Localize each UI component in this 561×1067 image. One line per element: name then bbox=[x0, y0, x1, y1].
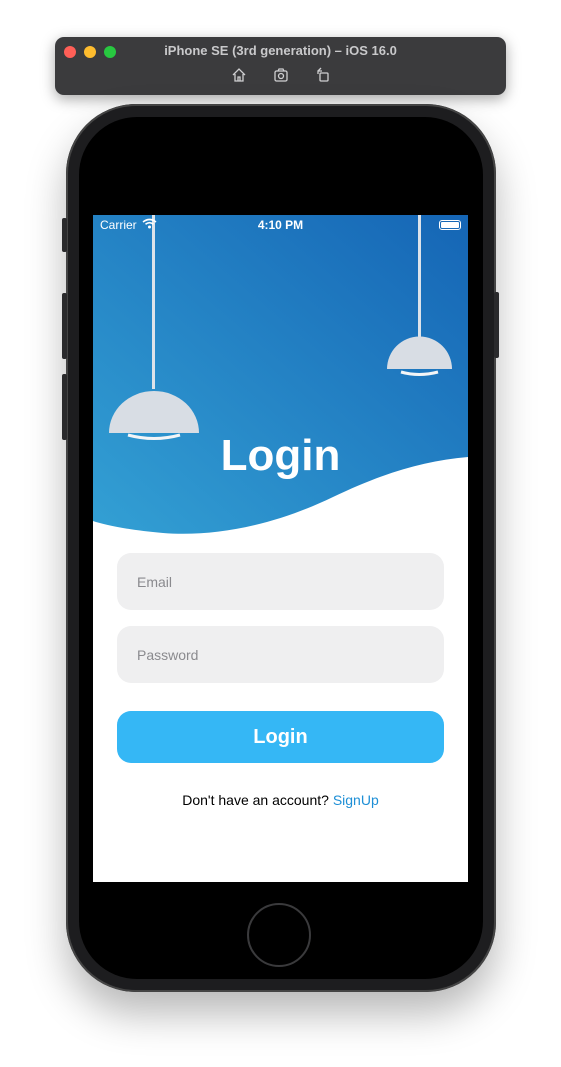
home-icon[interactable] bbox=[231, 67, 247, 83]
login-button[interactable]: Login bbox=[117, 711, 444, 763]
simulator-title-bar: iPhone SE (3rd generation) – iOS 16.0 bbox=[55, 37, 506, 95]
email-field[interactable] bbox=[117, 553, 444, 610]
volume-up-button[interactable] bbox=[62, 293, 67, 359]
app-screen: Carrier 4:10 PM Login Login Don't have a… bbox=[93, 215, 468, 882]
screenshot-icon[interactable] bbox=[273, 67, 289, 83]
simulator-toolbar bbox=[55, 67, 506, 83]
signup-link[interactable]: SignUp bbox=[333, 792, 379, 808]
password-field[interactable] bbox=[117, 626, 444, 683]
mute-switch[interactable] bbox=[62, 218, 67, 252]
signup-prompt: Don't have an account? SignUp bbox=[93, 792, 468, 808]
home-button[interactable] bbox=[247, 903, 311, 967]
page-title: Login bbox=[220, 431, 341, 480]
status-bar: Carrier 4:10 PM bbox=[93, 215, 468, 235]
signup-prompt-text: Don't have an account? bbox=[182, 792, 333, 808]
simulator-title: iPhone SE (3rd generation) – iOS 16.0 bbox=[164, 43, 397, 58]
header-background bbox=[93, 215, 468, 534]
battery-icon bbox=[439, 220, 461, 230]
status-time: 4:10 PM bbox=[257, 218, 304, 232]
volume-down-button[interactable] bbox=[62, 374, 67, 440]
power-button[interactable] bbox=[494, 292, 499, 358]
rotate-icon[interactable] bbox=[315, 67, 331, 83]
